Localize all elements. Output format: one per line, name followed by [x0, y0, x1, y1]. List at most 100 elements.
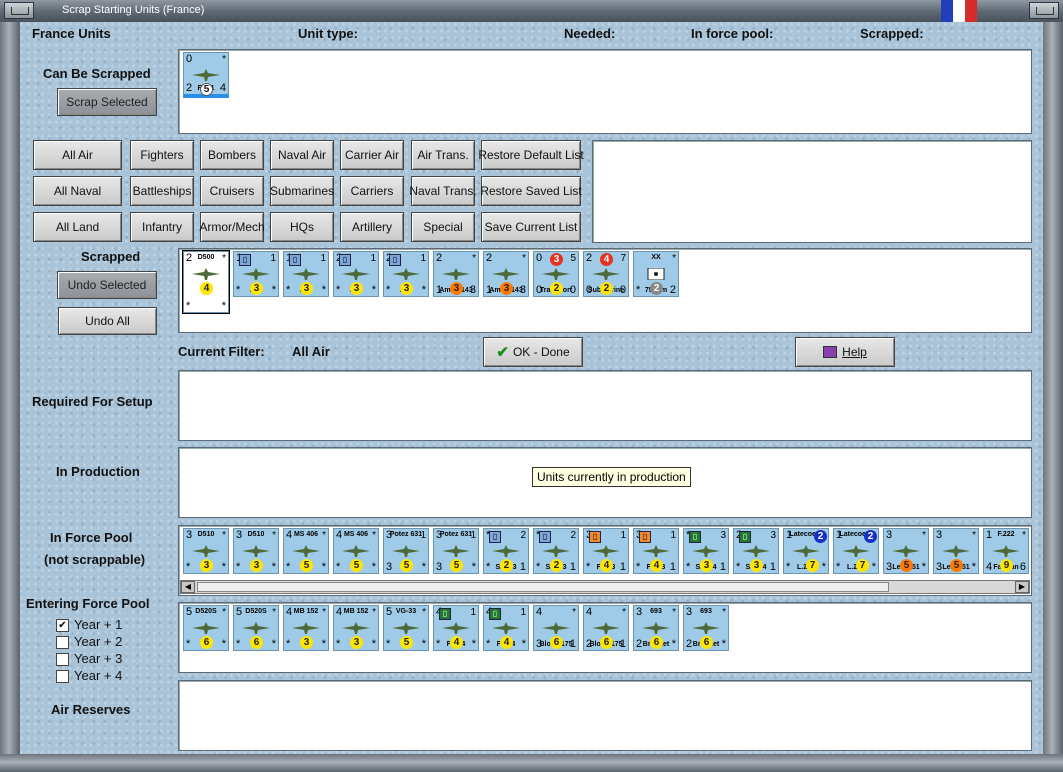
undo-selected-button[interactable]: Undo Selected [57, 271, 157, 299]
counter-name: VG-33 [395, 608, 417, 615]
unit-counter[interactable]: *2*1▯SBC-32 [483, 528, 529, 574]
year-1-checkbox[interactable]: ✔ [56, 619, 69, 632]
help-button[interactable]: Help [795, 337, 895, 367]
unit-counter[interactable]: 4 * * * MB 152 3 [333, 605, 379, 651]
unit-counter[interactable]: 5 * * * D520S 6 [183, 605, 229, 651]
undo-all-button[interactable]: Undo All [58, 307, 157, 335]
unit-counter[interactable]: 3*2*693Breguet6 [683, 605, 729, 651]
year-3-checkbox[interactable] [56, 653, 69, 666]
filter-button-restore-default-list[interactable]: Restore Default List [478, 140, 584, 170]
unit-counter[interactable]: 4 * 2 1 Bloch 175 6 [583, 605, 629, 651]
unit-counter[interactable]: 2 * 1 3 Amiot 143 3 [483, 251, 529, 297]
counter-tl: 0 [186, 53, 193, 65]
unit-counter[interactable]: 41**▯F4F-44 [483, 605, 529, 651]
unit-counter[interactable]: 5 * * * D520S 6 [233, 605, 279, 651]
ok-done-button[interactable]: ✔ OK - Done [483, 337, 583, 367]
scroll-thumb[interactable] [197, 582, 889, 592]
unit-counter[interactable]: 11**▯F3F3 [283, 251, 329, 297]
filter-button-fighters[interactable]: Fighters [130, 140, 194, 170]
combat-factor-badge: 4 [650, 559, 663, 572]
filter-button-hqs[interactable]: HQs [270, 212, 334, 242]
aircraft-silhouette-icon [390, 622, 422, 634]
combat-factor-badge: 3 [400, 282, 413, 295]
unit-counter[interactable]: 31*1▯F4F-34 [633, 528, 679, 574]
combat-factor-badge: 2 [650, 282, 663, 295]
unit-counter[interactable]: 2 * * * D500 4 [182, 250, 230, 314]
filter-button-all-air[interactable]: All Air [33, 140, 122, 170]
filter-button-armor-mech[interactable]: Armor/Mech [199, 212, 265, 242]
unit-counter[interactable]: 11**▯F3F3 [233, 251, 279, 297]
unit-counter[interactable]: 1*46F.222Farman9 [983, 528, 1029, 574]
can-be-scrapped-list[interactable]: 0*24F.2215 [178, 49, 1032, 134]
counter-br: * [421, 561, 426, 573]
unit-counter[interactable]: 21**▯F3F3 [333, 251, 379, 297]
aircraft-silhouette-icon [490, 268, 522, 280]
unit-counter[interactable]: 2 * 1 3 Amiot 143 3 [433, 251, 479, 297]
in-force-pool-list[interactable]: 3 * * * D510 3 3 * * * D510 3 4 * * * MS 406 5 4 * * * MS 406 5… [178, 525, 1032, 596]
filter-button-all-naval[interactable]: All Naval [33, 176, 122, 206]
unit-counter[interactable]: *3*1▯SBC-43 [683, 528, 729, 574]
unit-counter[interactable]: 31*1▯F4F-34 [583, 528, 629, 574]
unit-counter[interactable]: 0*24F.2215 [183, 52, 229, 98]
filter-button-naval-trans[interactable]: Naval Trans. [409, 176, 477, 206]
filter-button-carrier-air[interactable]: Carrier Air [340, 140, 404, 170]
air-reserves-list[interactable] [178, 680, 1032, 751]
unit-counter[interactable]: 3 1 3 * Potez 631 5 [433, 528, 479, 574]
filter-button-artillery[interactable]: Artillery [340, 212, 404, 242]
counter-br: * [421, 638, 426, 650]
filter-button-battleships[interactable]: Battleships [130, 176, 194, 206]
unit-counter[interactable]: 41**▯F4F-44 [433, 605, 479, 651]
filter-button-naval-air[interactable]: Naval Air [270, 140, 334, 170]
unit-counter[interactable]: 3 1 3 * Potez 631 5 [383, 528, 429, 574]
filter-button-carriers[interactable]: Carriers [340, 176, 404, 206]
filter-button-submarines[interactable]: Submarines [270, 176, 334, 206]
filter-button-restore-saved-list[interactable]: Restore Saved List [480, 176, 582, 206]
unit-counter[interactable]: 4 * * * MS 406 5 [283, 528, 329, 574]
unit-counter[interactable]: 23*1▯SBC-43 [733, 528, 779, 574]
unit-counter[interactable]: 3 * 3 * LeO 451 5 [933, 528, 979, 574]
force-pool-scrollbar[interactable]: ◀ ▶ [180, 580, 1030, 594]
unit-counter[interactable]: 3 * * * D510 3 [183, 528, 229, 574]
required-for-setup-list[interactable] [178, 370, 1032, 441]
unit-counter[interactable]: 4 * * * MS 406 5 [333, 528, 379, 574]
filter-button-bombers[interactable]: Bombers [200, 140, 264, 170]
scrap-selected-button[interactable]: Scrap Selected [57, 88, 157, 116]
help-book-icon [823, 346, 838, 358]
scroll-right-arrow-icon[interactable]: ▶ [1015, 581, 1029, 593]
counter-tl: 3 [886, 529, 893, 541]
unit-counter[interactable]: 12**LatecoereL.29827 [783, 528, 829, 574]
unit-counter[interactable]: 21**▯F3F3 [383, 251, 429, 297]
minimize-button[interactable] [4, 2, 34, 19]
unit-counter[interactable]: 12**LatecoereL.29827 [833, 528, 879, 574]
unit-counter[interactable]: 3*2*693Breguet6 [633, 605, 679, 651]
bottom-frame [0, 754, 1063, 772]
entering-force-pool-label: Entering Force Pool [26, 596, 150, 611]
aircraft-silhouette-icon [390, 268, 422, 280]
in-force-pool-section-label: In Force Pool [50, 530, 133, 545]
unit-counter[interactable]: 2700Submarine42 [583, 251, 629, 297]
close-button[interactable] [1029, 2, 1059, 19]
unit-counter[interactable]: 3 * 3 * LeO 451 5 [883, 528, 929, 574]
year-4-checkbox[interactable] [56, 670, 69, 683]
counter-name: MB 152 [343, 608, 369, 615]
unit-counter[interactable]: 3 * * * D510 3 [233, 528, 279, 574]
year-4-label: Year + 4 [74, 668, 123, 683]
filter-button-air-trans[interactable]: Air Trans. [411, 140, 475, 170]
entering-force-pool-list[interactable]: 5 * * * D520S 6 5 * * * D520S 6 4 * * * MB 152 3 4 * * * MB 15… [178, 602, 1032, 673]
scroll-left-arrow-icon[interactable]: ◀ [181, 581, 195, 593]
counter-tr: 1 [470, 607, 476, 618]
unit-counter[interactable]: 4 * 3 1 Bloch 175 6 [533, 605, 579, 651]
filter-button-special[interactable]: Special [411, 212, 475, 242]
unit-counter[interactable]: 4 * * * MB 152 3 [283, 605, 329, 651]
filter-button-save-current-list[interactable]: Save Current List [481, 212, 581, 242]
scrapped-list[interactable]: 2***D500411**▯F3F311**▯F3F321**▯F3F321**… [178, 248, 1032, 333]
unit-counter[interactable]: **2XX75 mm2 [633, 251, 679, 297]
filter-button-infantry[interactable]: Infantry [130, 212, 194, 242]
unit-counter[interactable]: *2*1▯SBC-32 [533, 528, 579, 574]
unit-type-box-icon: ▯ [539, 531, 551, 543]
filter-button-cruisers[interactable]: Cruisers [200, 176, 264, 206]
year-2-checkbox[interactable] [56, 636, 69, 649]
unit-counter[interactable]: 0500Transport32 [533, 251, 579, 297]
filter-button-all-land[interactable]: All Land [33, 212, 122, 242]
unit-counter[interactable]: 5 * * * VG-33 5 [383, 605, 429, 651]
